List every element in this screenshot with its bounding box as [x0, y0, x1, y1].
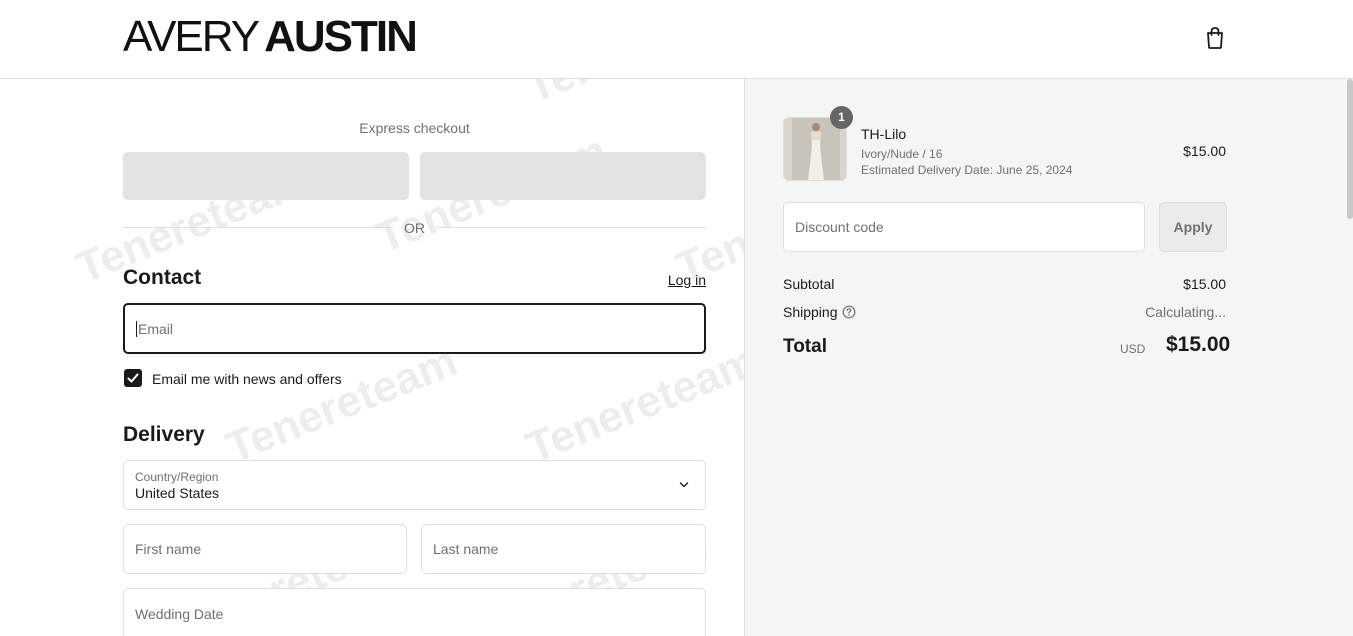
- checkmark-icon: [127, 373, 139, 383]
- logo-text-bold: AUSTIN: [264, 12, 418, 61]
- shipping-value: Calculating...: [1145, 304, 1226, 320]
- help-circle-icon[interactable]: [842, 305, 856, 319]
- delivery-title: Delivery: [123, 423, 205, 446]
- total-currency: USD: [1120, 342, 1146, 356]
- country-label: Country/Region: [135, 470, 219, 484]
- discount-placeholder: Discount code: [795, 219, 884, 235]
- product-price: $15.00: [1183, 143, 1226, 159]
- wedding-date-field[interactable]: Wedding Date: [123, 588, 706, 636]
- email-field[interactable]: Email: [123, 303, 706, 354]
- brand-logo[interactable]: AVERY AUSTIN: [123, 12, 418, 61]
- product-delivery-date: Estimated Delivery Date: June 25, 2024: [861, 163, 1073, 177]
- shipping-label: Shipping: [783, 304, 838, 320]
- subtotal-label: Subtotal: [783, 276, 835, 292]
- contact-title: Contact: [123, 266, 202, 289]
- express-checkout-title: Express checkout: [359, 120, 470, 136]
- email-placeholder: Email: [138, 320, 174, 337]
- text-caret: [136, 320, 137, 337]
- chevron-down-icon: [679, 482, 689, 488]
- discount-code-field[interactable]: Discount code: [783, 202, 1145, 252]
- apply-discount-button[interactable]: Apply: [1159, 202, 1227, 252]
- newsletter-checkbox[interactable]: [124, 369, 142, 387]
- first-name-placeholder: First name: [135, 541, 202, 557]
- watermark-text: Tenereteam: [519, 336, 764, 473]
- login-link[interactable]: Log in: [600, 272, 706, 288]
- quantity-badge: 1: [830, 106, 853, 129]
- express-pay-button[interactable]: [420, 152, 706, 200]
- newsletter-label[interactable]: Email me with news and offers: [152, 371, 342, 387]
- page-scrollbar[interactable]: [1347, 79, 1353, 219]
- wedding-date-placeholder: Wedding Date: [135, 606, 224, 622]
- logo-text-thin: AVERY: [123, 12, 260, 61]
- site-header: AVERY AUSTIN: [0, 0, 1353, 79]
- total-label: Total: [783, 336, 827, 357]
- subtotal-value: $15.00: [1183, 276, 1226, 292]
- total-value: $15.00: [1166, 333, 1231, 356]
- last-name-field[interactable]: Last name: [421, 524, 706, 574]
- country-select[interactable]: Country/Region United States: [123, 460, 706, 510]
- watermark-text: Tenereteam: [219, 336, 464, 473]
- product-name: TH-Lilo: [861, 126, 907, 142]
- divider-line: [436, 227, 706, 228]
- or-label: OR: [404, 220, 425, 236]
- country-value: United States: [135, 485, 220, 501]
- first-name-field[interactable]: First name: [123, 524, 407, 574]
- last-name-placeholder: Last name: [433, 541, 499, 557]
- express-pay-button[interactable]: [123, 152, 409, 200]
- shopping-bag-icon[interactable]: [1204, 26, 1226, 50]
- product-variant: Ivory/Nude / 16: [861, 147, 943, 161]
- or-divider: OR: [123, 219, 706, 237]
